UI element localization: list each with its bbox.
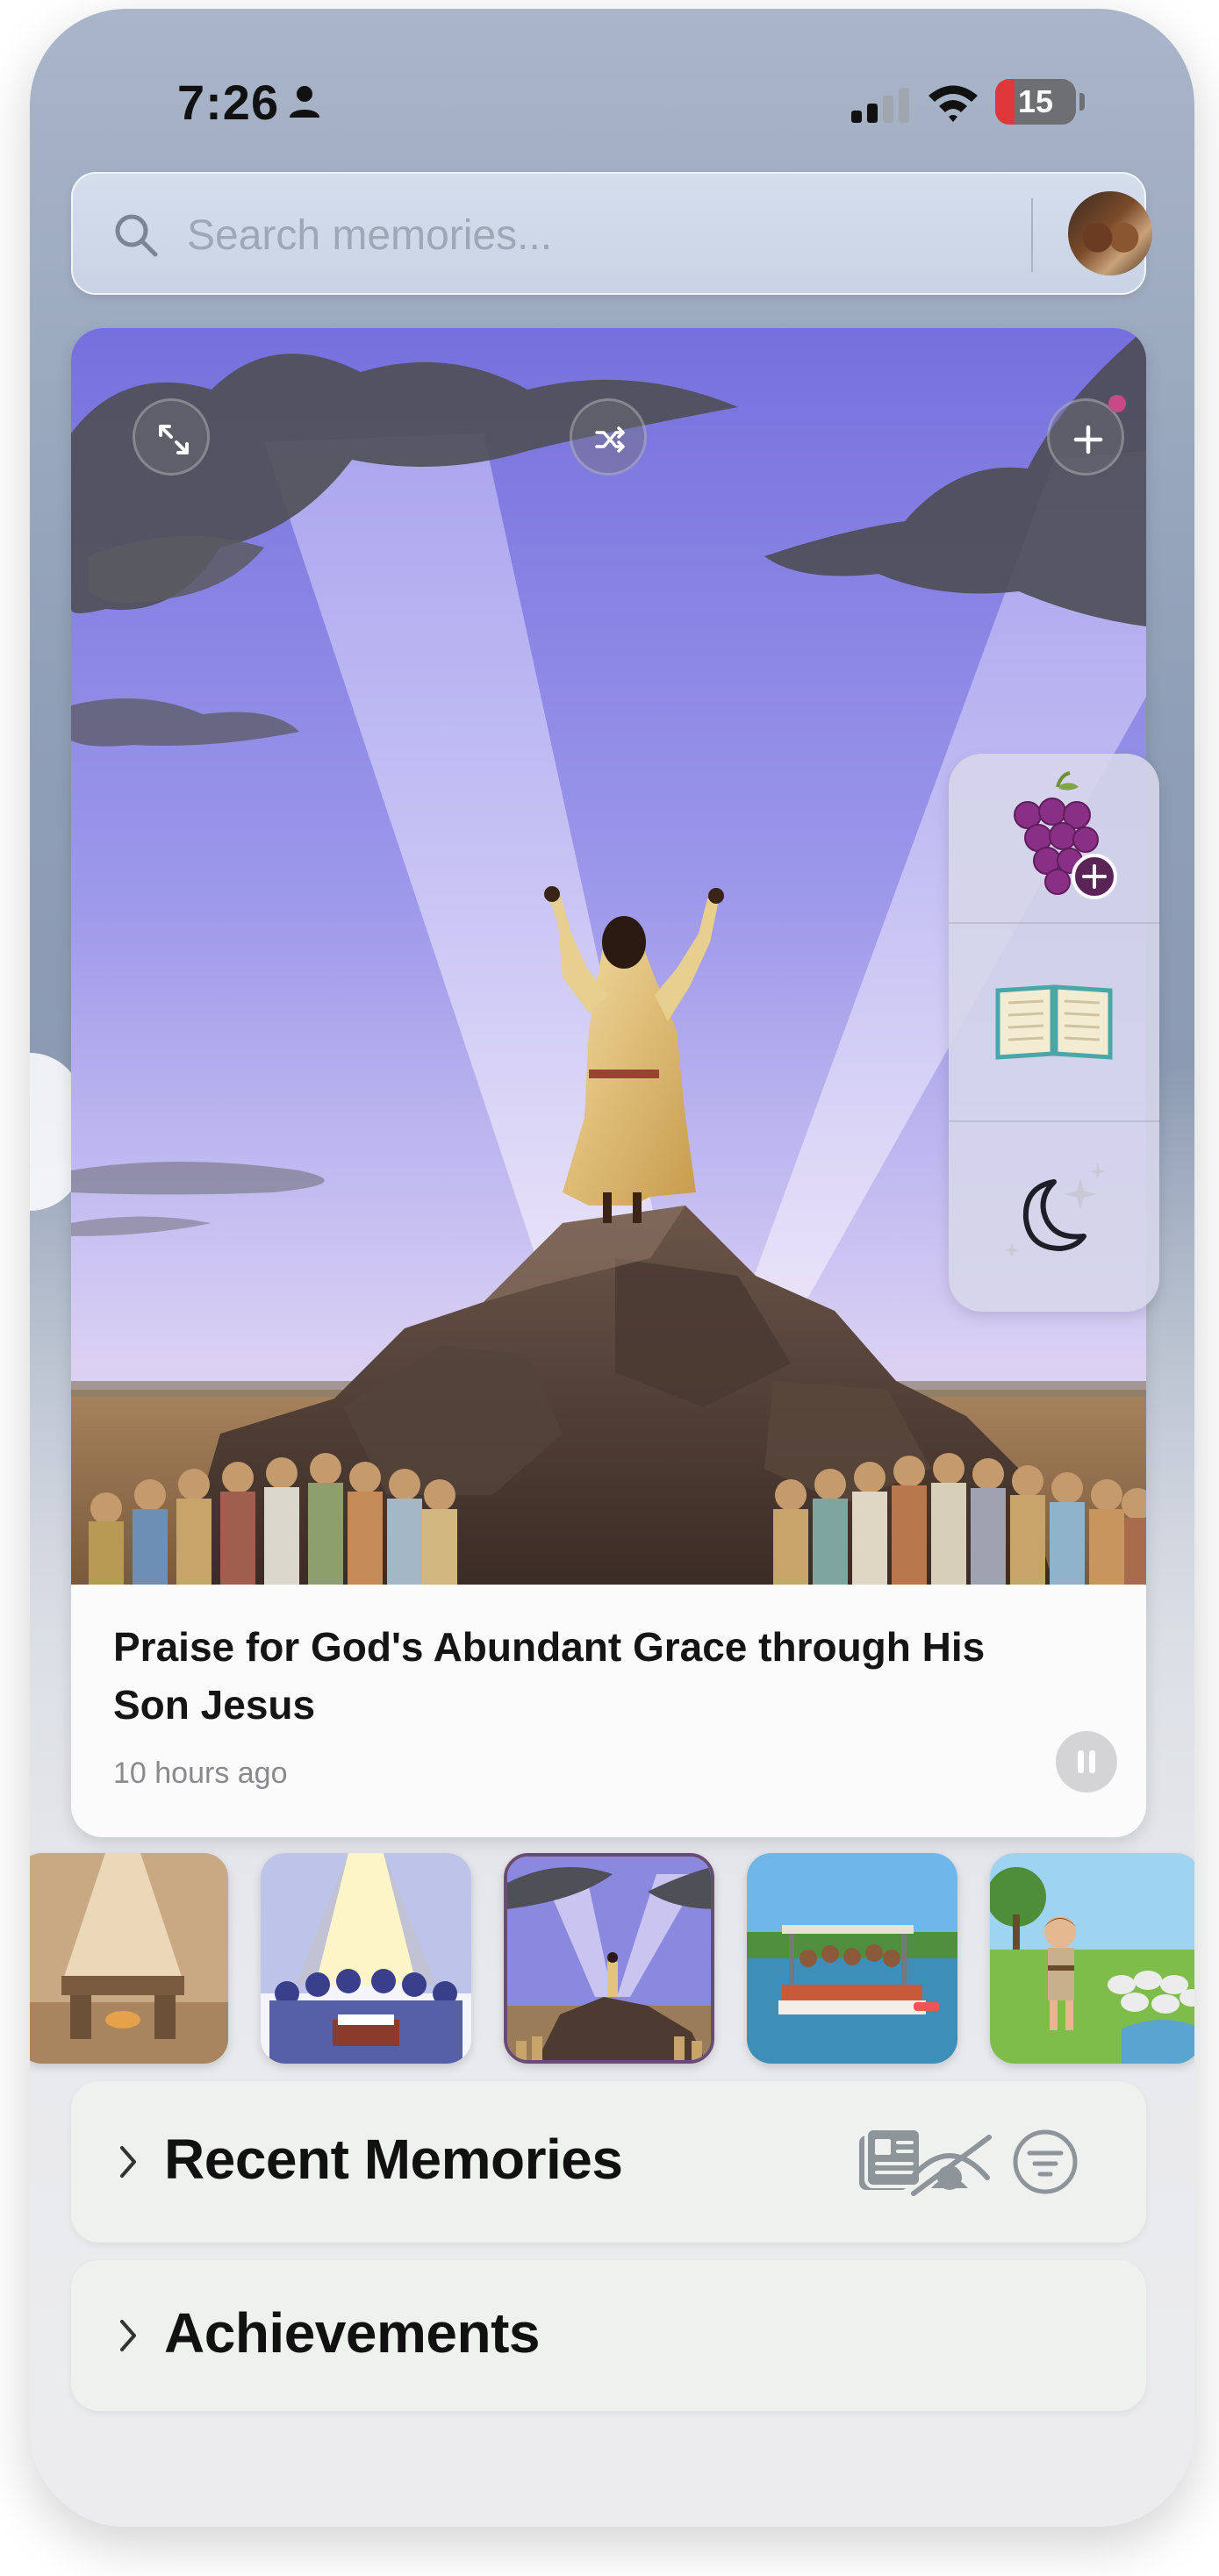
- thumbnail-image: [747, 1853, 957, 2064]
- chevron-right-icon: [120, 2320, 136, 2351]
- plus-icon: [1073, 425, 1103, 454]
- expand-icon: [159, 425, 189, 454]
- open-book-icon: [995, 984, 1113, 1060]
- moon-stars-icon: [1005, 1163, 1107, 1257]
- open-bible-button[interactable]: [949, 922, 1159, 1120]
- person-icon: [290, 86, 319, 118]
- notification-dot: [1108, 395, 1126, 412]
- avatar[interactable]: [1068, 191, 1152, 275]
- search-icon: [115, 214, 158, 257]
- achievements-section[interactable]: Achievements: [71, 2260, 1146, 2411]
- phone-screen: 7:26 15 Search memories... Praise for Go…: [30, 9, 1194, 2527]
- achievements-title: Achievements: [164, 2301, 540, 2365]
- status-time: 7:26: [177, 75, 280, 130]
- add-fruit-button[interactable]: [949, 754, 1159, 922]
- thumbnail-image: [30, 1853, 228, 2064]
- recent-memories-section[interactable]: Recent Memories: [71, 2081, 1146, 2243]
- cellular-signal-icon: [851, 88, 909, 123]
- boat-lake-thumbnail[interactable]: [747, 1853, 957, 2064]
- shuffle-icon: [595, 426, 625, 453]
- expand-button[interactable]: [133, 398, 210, 476]
- sleep-mode-button[interactable]: [949, 1120, 1159, 1312]
- shuffle-button[interactable]: [570, 398, 647, 476]
- chevron-right-icon: [120, 2146, 136, 2178]
- thumbnail-image: [507, 1857, 711, 2060]
- shepherd-sheep-thumbnail[interactable]: [990, 1853, 1194, 2064]
- quick-actions-panel: [949, 754, 1159, 1312]
- memory-carousel[interactable]: [30, 1853, 1194, 2072]
- wifi-icon: [929, 85, 978, 122]
- memory-caption: Praise for God's Abundant Grace through …: [71, 1585, 1146, 1837]
- pause-button[interactable]: [1056, 1731, 1117, 1792]
- praise-mountain-thumbnail[interactable]: [504, 1853, 714, 2064]
- thumbnail-image: [990, 1853, 1194, 2064]
- grapes-add-icon: [1014, 771, 1117, 899]
- recent-memories-title: Recent Memories: [164, 2128, 623, 2191]
- pause-icon: [1078, 1750, 1084, 1773]
- status-bar: 7:26 15: [30, 9, 1194, 175]
- hidden-eye-icon[interactable]: [901, 2125, 998, 2199]
- search-bar[interactable]: [71, 172, 1152, 295]
- memory-title: Praise for God's Abundant Grace through …: [113, 1624, 986, 1728]
- battery-percent: 15: [1017, 83, 1054, 119]
- search-input[interactable]: [187, 198, 977, 272]
- search-divider: [1031, 198, 1033, 272]
- battery-tip: [1079, 93, 1085, 111]
- memory-timestamp: 10 hours ago: [113, 1757, 288, 1790]
- battery-icon: 15: [995, 79, 1076, 125]
- filter-icon[interactable]: [1008, 2125, 1082, 2199]
- thumbnail-image: [261, 1853, 471, 2064]
- pause-icon-bar: [1089, 1750, 1095, 1773]
- crowd-bible-thumbnail[interactable]: [261, 1853, 471, 2064]
- altar-light-thumbnail[interactable]: [30, 1853, 228, 2064]
